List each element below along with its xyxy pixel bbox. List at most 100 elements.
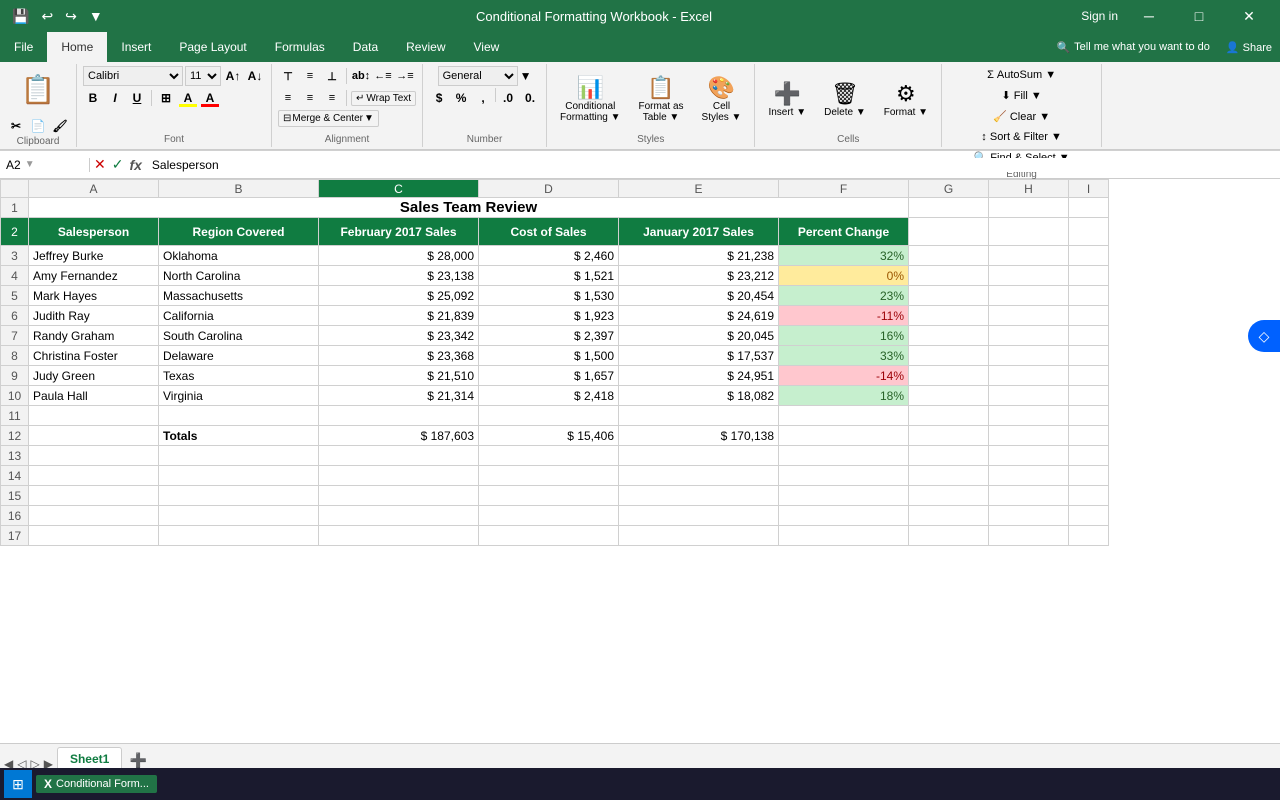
tab-view[interactable]: View <box>460 32 514 62</box>
cell-I8[interactable] <box>1069 346 1109 366</box>
empty-cell[interactable] <box>29 406 159 426</box>
empty-cell[interactable] <box>989 446 1069 466</box>
close-button[interactable]: ✕ <box>1226 0 1272 32</box>
empty-cell[interactable] <box>909 526 989 546</box>
increase-font-button[interactable]: A↑ <box>223 66 243 86</box>
header-salesperson[interactable]: Salesperson <box>29 218 159 246</box>
row-header-7[interactable]: 7 <box>1 326 29 346</box>
cell-H3[interactable] <box>989 246 1069 266</box>
empty-cell[interactable] <box>479 526 619 546</box>
data-cell[interactable]: $ 23,342 <box>319 326 479 346</box>
data-cell[interactable]: 0% <box>779 266 909 286</box>
row-header-14[interactable]: 14 <box>1 466 29 486</box>
header-pct[interactable]: Percent Change <box>779 218 909 246</box>
percent-button[interactable]: % <box>451 88 471 108</box>
empty-cell[interactable] <box>989 406 1069 426</box>
row-header-11[interactable]: 11 <box>1 406 29 426</box>
cell-I12[interactable] <box>1069 426 1109 446</box>
data-cell[interactable]: $ 23,138 <box>319 266 479 286</box>
empty-cell[interactable] <box>779 446 909 466</box>
increase-decimal-button[interactable]: .0 <box>498 88 518 108</box>
empty-cell[interactable] <box>989 466 1069 486</box>
cell-reference-box[interactable]: A2 ▼ <box>0 158 90 172</box>
empty-cell[interactable] <box>319 406 479 426</box>
empty-cell[interactable] <box>159 486 319 506</box>
empty-cell[interactable] <box>159 506 319 526</box>
row-header-6[interactable]: 6 <box>1 306 29 326</box>
col-header-E[interactable]: E <box>619 180 779 198</box>
row-header-13[interactable]: 13 <box>1 446 29 466</box>
tell-me-input[interactable]: 🔍 Tell me what you want to do <box>1048 32 1217 62</box>
cell-I3[interactable] <box>1069 246 1109 266</box>
fill-button[interactable]: ⬇ Fill ▼ <box>996 86 1046 105</box>
cell-G12[interactable] <box>909 426 989 446</box>
cell-H8[interactable] <box>989 346 1069 366</box>
tab-review[interactable]: Review <box>392 32 459 62</box>
cell-I5[interactable] <box>1069 286 1109 306</box>
cell-H9[interactable] <box>989 366 1069 386</box>
data-cell[interactable]: $ 2,418 <box>479 386 619 406</box>
dropbox-icon[interactable]: ◇ <box>1248 320 1280 352</box>
cell-H6[interactable] <box>989 306 1069 326</box>
cell-H2[interactable] <box>989 218 1069 246</box>
empty-cell[interactable] <box>1069 486 1109 506</box>
row-header-8[interactable]: 8 <box>1 346 29 366</box>
data-cell[interactable]: $ 18,082 <box>619 386 779 406</box>
cell-G10[interactable] <box>909 386 989 406</box>
underline-button[interactable]: U <box>127 88 147 108</box>
format-painter-button[interactable]: 🖌 <box>50 116 70 136</box>
cell-I1[interactable] <box>1069 198 1109 218</box>
save-button[interactable]: 💾 <box>8 6 33 27</box>
cell-H12[interactable] <box>989 426 1069 446</box>
formula-input[interactable] <box>146 158 1280 172</box>
align-bottom-button[interactable]: ⊥ <box>322 66 342 86</box>
empty-cell[interactable] <box>989 506 1069 526</box>
font-color-button[interactable]: A <box>200 88 220 108</box>
empty-cell[interactable] <box>1069 506 1109 526</box>
row-header-10[interactable]: 10 <box>1 386 29 406</box>
sign-in-button[interactable]: Sign in <box>1081 9 1118 23</box>
tab-insert[interactable]: Insert <box>107 32 165 62</box>
data-cell[interactable]: $ 1,923 <box>479 306 619 326</box>
row-header-5[interactable]: 5 <box>1 286 29 306</box>
cell-H7[interactable] <box>989 326 1069 346</box>
tab-file[interactable]: File <box>0 32 47 62</box>
indent-decrease-button[interactable]: ←≡ <box>373 66 393 86</box>
empty-cell[interactable] <box>29 446 159 466</box>
conditional-formatting-button[interactable]: 📊 ConditionalFormatting ▼ <box>553 72 627 126</box>
confirm-entry-button[interactable]: ✓ <box>112 156 124 173</box>
empty-cell[interactable] <box>159 446 319 466</box>
data-cell[interactable]: $ 2,460 <box>479 246 619 266</box>
empty-cell[interactable] <box>319 466 479 486</box>
fill-color-button[interactable]: A <box>178 88 198 108</box>
empty-cell[interactable] <box>909 406 989 426</box>
text-direction-button[interactable]: ab↕ <box>351 66 371 86</box>
data-cell[interactable]: Delaware <box>159 346 319 366</box>
empty-cell[interactable] <box>619 506 779 526</box>
font-name-select[interactable]: Calibri <box>83 66 183 86</box>
totals-cell[interactable] <box>29 426 159 446</box>
border-button[interactable]: ⊞ <box>156 88 176 108</box>
data-cell[interactable]: Texas <box>159 366 319 386</box>
data-cell[interactable]: $ 2,397 <box>479 326 619 346</box>
data-cell[interactable]: $ 21,839 <box>319 306 479 326</box>
insert-function-button[interactable]: fx <box>129 157 141 173</box>
empty-cell[interactable] <box>619 466 779 486</box>
data-cell[interactable]: 23% <box>779 286 909 306</box>
empty-cell[interactable] <box>1069 526 1109 546</box>
maximize-button[interactable]: □ <box>1176 0 1222 32</box>
data-cell[interactable]: $ 17,537 <box>619 346 779 366</box>
empty-cell[interactable] <box>479 506 619 526</box>
data-cell[interactable]: Amy Fernandez <box>29 266 159 286</box>
empty-cell[interactable] <box>1069 466 1109 486</box>
tab-data[interactable]: Data <box>339 32 392 62</box>
row-header-4[interactable]: 4 <box>1 266 29 286</box>
data-cell[interactable]: Christina Foster <box>29 346 159 366</box>
header-jan2017[interactable]: January 2017 Sales <box>619 218 779 246</box>
customize-quick-access-button[interactable]: ▼ <box>85 6 107 26</box>
data-cell[interactable]: -14% <box>779 366 909 386</box>
comma-button[interactable]: , <box>473 88 493 108</box>
empty-cell[interactable] <box>619 526 779 546</box>
cell-G6[interactable] <box>909 306 989 326</box>
cell-G3[interactable] <box>909 246 989 266</box>
